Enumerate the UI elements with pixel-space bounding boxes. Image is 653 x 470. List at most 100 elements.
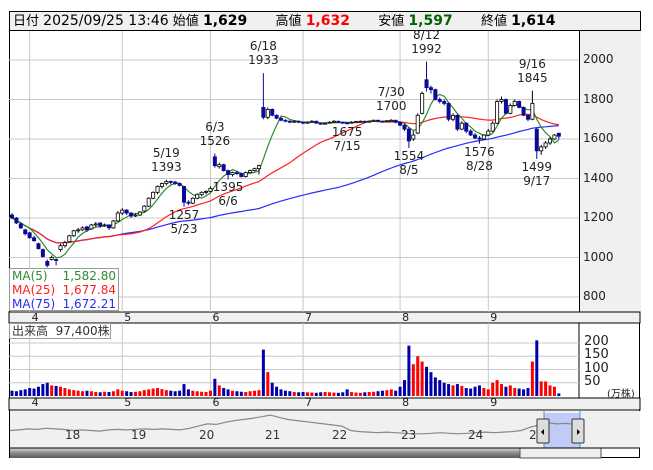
volume-bar: [222, 388, 226, 396]
volume-bar: [235, 391, 239, 396]
candle-body: [398, 121, 403, 126]
candle-body: [71, 230, 76, 237]
volume-bar: [319, 392, 323, 396]
volume-bar: [94, 392, 98, 396]
volume-bar: [425, 366, 429, 396]
volume-label: 出来高 97,400株: [9, 323, 111, 339]
candle-body: [301, 121, 306, 124]
volume-bar: [433, 377, 437, 396]
candle-body: [517, 101, 522, 108]
volume-bar: [14, 391, 18, 396]
candle-body: [433, 89, 438, 100]
candle-body: [481, 134, 486, 140]
candle-body: [358, 120, 363, 123]
navigator-year-label: 24: [468, 428, 484, 442]
candle-body: [226, 170, 231, 175]
volume-bar: [164, 390, 168, 396]
candle-body: [32, 237, 37, 242]
volume-bar: [345, 389, 349, 396]
month-label-lower: 5: [124, 396, 132, 409]
candle-body: [261, 107, 266, 118]
volume-bar: [142, 390, 146, 396]
high-label: 高値: [275, 14, 302, 29]
candle-body: [543, 142, 548, 148]
volume-bar: [89, 391, 93, 396]
volume-bar: [160, 389, 164, 396]
candle-body: [195, 193, 200, 199]
navigator-scrollbar-track[interactable]: [10, 448, 520, 458]
volume-bar: [460, 385, 464, 396]
navigator-year-label: 21: [265, 428, 281, 442]
navigator-year-label: 18: [65, 428, 81, 442]
candle-body: [142, 205, 147, 212]
candle-body: [279, 117, 284, 121]
candle-body: [323, 122, 328, 125]
volume-bar: [270, 382, 274, 396]
volume-bar: [288, 391, 292, 396]
price-tick-label: 1800: [583, 91, 614, 106]
volume-bar: [367, 392, 371, 396]
candle-body: [442, 101, 447, 104]
volume-bar: [19, 390, 23, 396]
volume-bar: [200, 391, 204, 396]
candle-body: [380, 120, 385, 123]
volume-bar: [398, 386, 402, 396]
candle-body: [155, 185, 160, 193]
volume-title: 出来高: [12, 324, 49, 338]
price-tick-label: 2000: [583, 52, 614, 66]
date-label: 日付: [13, 14, 40, 29]
volume-bar: [500, 384, 504, 396]
month-axis-bar-lower: [8, 397, 641, 411]
candle-body: [84, 226, 89, 231]
volume-bar: [380, 390, 384, 396]
candle-body: [367, 120, 372, 123]
volume-bar: [544, 381, 548, 396]
annotation-date: 9/16: [518, 56, 546, 71]
volume-bar: [539, 381, 543, 396]
navigator-scrollbar-thumb[interactable]: [519, 447, 602, 459]
volume-bar: [411, 364, 415, 396]
candle-body: [18, 223, 23, 229]
volume-bar: [226, 389, 230, 396]
annotation-price: 1393: [151, 159, 182, 174]
candle-body: [464, 122, 469, 132]
volume-bar: [253, 390, 257, 396]
candle-body: [415, 114, 420, 134]
volume-bar: [513, 388, 517, 396]
volume-bar: [76, 390, 80, 396]
volume-bar: [358, 392, 362, 396]
candle-body: [76, 229, 81, 232]
candle-body: [124, 209, 129, 214]
volume-bar: [213, 378, 217, 396]
volume-bar: [477, 385, 481, 396]
candle-body: [248, 170, 253, 173]
candle-body: [80, 227, 85, 231]
ohlc-header: 日付 2025/09/25 13:46 始値 1,629 高値 1,632 安値…: [9, 11, 641, 31]
volume-bar: [292, 392, 296, 396]
volume-bar: [195, 391, 199, 396]
candle-body: [252, 168, 257, 172]
candle-body: [204, 190, 209, 193]
volume-bar: [402, 380, 406, 396]
volume-bar: [473, 386, 477, 396]
candle-body: [406, 128, 411, 142]
candle-body: [177, 183, 182, 186]
volume-bar: [81, 391, 85, 396]
candle-body: [89, 224, 94, 230]
candle-body: [499, 99, 504, 102]
annotation-date: 7/15: [333, 139, 361, 154]
annotation-date: 9/17: [523, 173, 551, 188]
candle-body: [468, 130, 473, 136]
candle-body: [129, 212, 134, 217]
volume-bar: [72, 390, 76, 396]
ma25-value: 1,677.84: [62, 283, 116, 297]
volume-tick-label: 50: [584, 373, 601, 389]
ma5-value: 1,582.80: [62, 269, 116, 283]
candle-body: [221, 164, 226, 172]
candle-body: [173, 181, 178, 184]
candle-body: [389, 119, 394, 122]
candle-body: [151, 191, 156, 199]
candle-body: [362, 120, 367, 123]
volume-bar: [67, 389, 71, 396]
candle-body: [376, 119, 381, 122]
